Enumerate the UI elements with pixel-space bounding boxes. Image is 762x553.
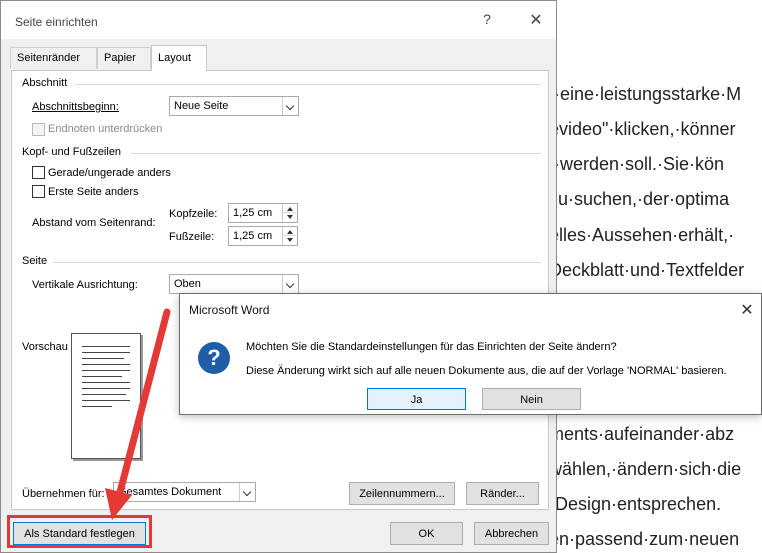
document-text-line: ments·aufeinander·abz [549,424,735,444]
spin-up-icon[interactable] [282,204,297,213]
close-icon[interactable]: ✕ [526,10,546,30]
preview-line [82,364,130,365]
page-setup-dialog: Seite einrichten ? ✕ Seitenränder Papier… [0,0,557,553]
preview-line [82,394,126,395]
endnoten-checkbox[interactable] [32,123,45,136]
section-heading-seite: Seite [22,255,48,267]
page-preview [71,333,141,459]
document-text-line: elles·Aussehen·erhält,· [549,225,735,245]
preview-line [82,388,130,389]
kopfzeile-value: 1,25 cm [233,207,273,219]
spin-down-icon[interactable] [282,236,297,245]
ok-button[interactable]: OK [390,522,463,545]
highlight-box [7,515,152,548]
confirm-dialog-body: ? Möchten Sie die Standardeinstellungen … [180,326,761,414]
raender-button[interactable]: Ränder... [466,482,539,505]
question-icon: ? [198,342,230,374]
fusszeile-stepper[interactable]: 1,25 cm [228,226,298,246]
preview-line [82,346,130,347]
spin-down-icon[interactable] [282,213,297,222]
no-button[interactable]: Nein [482,388,581,410]
gerade-ungerade-label: Gerade/ungerade anders [48,167,171,179]
abstand-label: Abstand vom Seitenrand: [32,217,156,229]
chevron-down-icon[interactable] [239,483,255,501]
ausrichtung-dropdown[interactable]: Oben [169,274,299,294]
divider [53,262,541,263]
preview-line [82,352,130,353]
document-text-line: zu·suchen,·der·optima [549,189,730,209]
chevron-down-icon[interactable] [282,97,298,115]
preview-line [82,382,130,383]
abschnittsbeginn-value: Neue Seite [174,100,229,112]
confirm-question-text: Möchten Sie die Standardeinstellungen fü… [246,341,617,353]
document-text-line: ·Design·entsprechen. [549,494,722,514]
help-icon[interactable]: ? [478,11,496,31]
chevron-down-icon[interactable] [282,275,298,293]
yes-button[interactable]: Ja [367,388,466,410]
kopfzeile-label: Kopfzeile: [169,208,218,220]
uebernehmen-label: Übernehmen für: [22,488,105,500]
abschnittsbeginn-dropdown[interactable]: Neue Seite [169,96,299,116]
erste-seite-label: Erste Seite anders [48,186,139,198]
section-heading-vorschau: Vorschau [22,341,68,353]
preview-line [82,400,130,401]
tab-layout[interactable]: Layout [151,45,207,71]
abschnittsbeginn-label: Abschnittsbeginn: [32,101,119,113]
ausrichtung-value: Oben [174,278,201,290]
preview-line [82,370,130,371]
divider [76,84,541,85]
document-text-line: t·eine·leistungsstarke·M [549,84,742,104]
gerade-ungerade-checkbox[interactable] [32,166,45,179]
confirm-dialog: Microsoft Word ✕ ? Möchten Sie die Stand… [179,293,762,415]
preview-line [82,376,122,377]
dialog-title: Seite einrichten [15,15,98,29]
close-icon[interactable]: ✕ [737,300,757,320]
preview-line [82,358,124,359]
fusszeile-label: Fußzeile: [169,231,215,243]
dialog-titlebar[interactable]: Seite einrichten ? ✕ [1,1,556,39]
erste-seite-checkbox[interactable] [32,185,45,198]
kopfzeile-stepper[interactable]: 1,25 cm [228,203,298,223]
zeilennummern-button[interactable]: Zeilennummern... [349,482,455,505]
tab-seitenraender[interactable]: Seitenränder [10,47,97,69]
cancel-button[interactable]: Abbrechen [474,522,549,545]
divider [131,153,541,154]
document-text-line: en·passend·zum·neuen [549,529,740,549]
confirm-info-text: Diese Änderung wirkt sich auf alle neuen… [246,365,727,377]
tab-papier[interactable]: Papier [97,47,151,69]
section-heading-abschnitt: Abschnitt [22,77,68,89]
spin-up-icon[interactable] [282,227,297,236]
ausrichtung-label: Vertikale Ausrichtung: [32,279,138,291]
uebernehmen-value: Gesamtes Dokument [118,486,222,498]
document-text-line: t·werden·soll.·Sie·kön [549,154,725,174]
document-text-line: wählen,·ändern·sich·die [549,459,742,479]
endnoten-label: Endnoten unterdrücken [48,123,163,135]
document-text-line: Deckblatt·und·Textfelder [549,260,745,280]
confirm-dialog-title: Microsoft Word [189,303,270,317]
fusszeile-value: 1,25 cm [233,230,273,242]
document-text-line: evideo"·klicken,·könner [549,119,736,139]
preview-line [82,406,112,407]
uebernehmen-dropdown[interactable]: Gesamtes Dokument [113,482,256,502]
section-heading-kopf-fusszeilen: Kopf- und Fußzeilen [22,146,122,158]
